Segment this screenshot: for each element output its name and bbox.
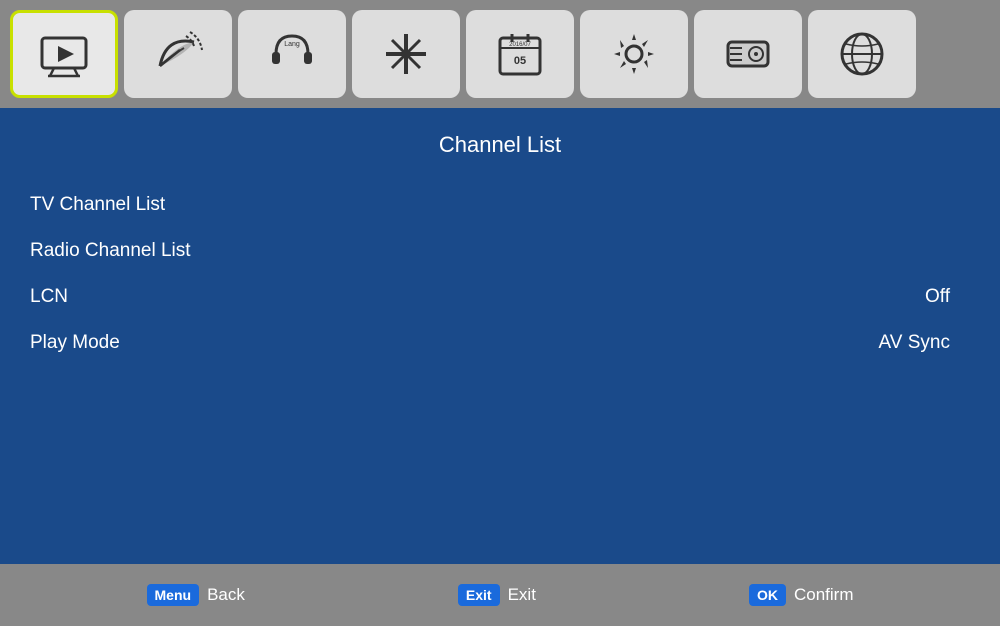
exit-button[interactable]: Exit Exit [458, 584, 536, 606]
menu-badge: Menu [147, 584, 200, 606]
nav-tools-button[interactable] [352, 10, 460, 98]
nav-storage-button[interactable] [694, 10, 802, 98]
lcn-item[interactable]: LCN Off [30, 274, 970, 320]
main-content: Channel List TV Channel List Radio Chann… [0, 108, 1000, 564]
svg-text:Lang: Lang [284, 41, 300, 48]
play-mode-value: AV Sync [879, 332, 970, 354]
play-mode-item[interactable]: Play Mode AV Sync [30, 320, 970, 366]
menu-back-label: Back [207, 585, 245, 605]
tv-channel-list-item[interactable]: TV Channel List [30, 182, 970, 228]
nav-network-button[interactable] [808, 10, 916, 98]
bottom-bar: Menu Back Exit Exit OK Confirm [0, 564, 1000, 626]
top-nav-bar: Lang 05 2016/07 [0, 0, 1000, 108]
svg-text:2016/07: 2016/07 [509, 42, 531, 48]
ok-confirm-button[interactable]: OK Confirm [749, 584, 854, 606]
menu-back-button[interactable]: Menu Back [147, 584, 245, 606]
play-mode-label: Play Mode [30, 332, 120, 354]
page-title: Channel List [30, 132, 970, 158]
exit-label: Exit [508, 585, 536, 605]
nav-calendar-button[interactable]: 05 2016/07 [466, 10, 574, 98]
nav-satellite-button[interactable] [124, 10, 232, 98]
radio-channel-list-item[interactable]: Radio Channel List [30, 228, 970, 274]
lcn-value: Off [925, 286, 970, 308]
nav-play-button[interactable] [10, 10, 118, 98]
radio-channel-list-label: Radio Channel List [30, 240, 191, 262]
ok-confirm-label: Confirm [794, 585, 854, 605]
lcn-label: LCN [30, 286, 68, 308]
ok-badge: OK [749, 584, 786, 606]
svg-text:05: 05 [514, 55, 526, 67]
tv-channel-list-label: TV Channel List [30, 194, 165, 216]
nav-settings-button[interactable] [580, 10, 688, 98]
exit-badge: Exit [458, 584, 500, 606]
nav-language-button[interactable]: Lang [238, 10, 346, 98]
